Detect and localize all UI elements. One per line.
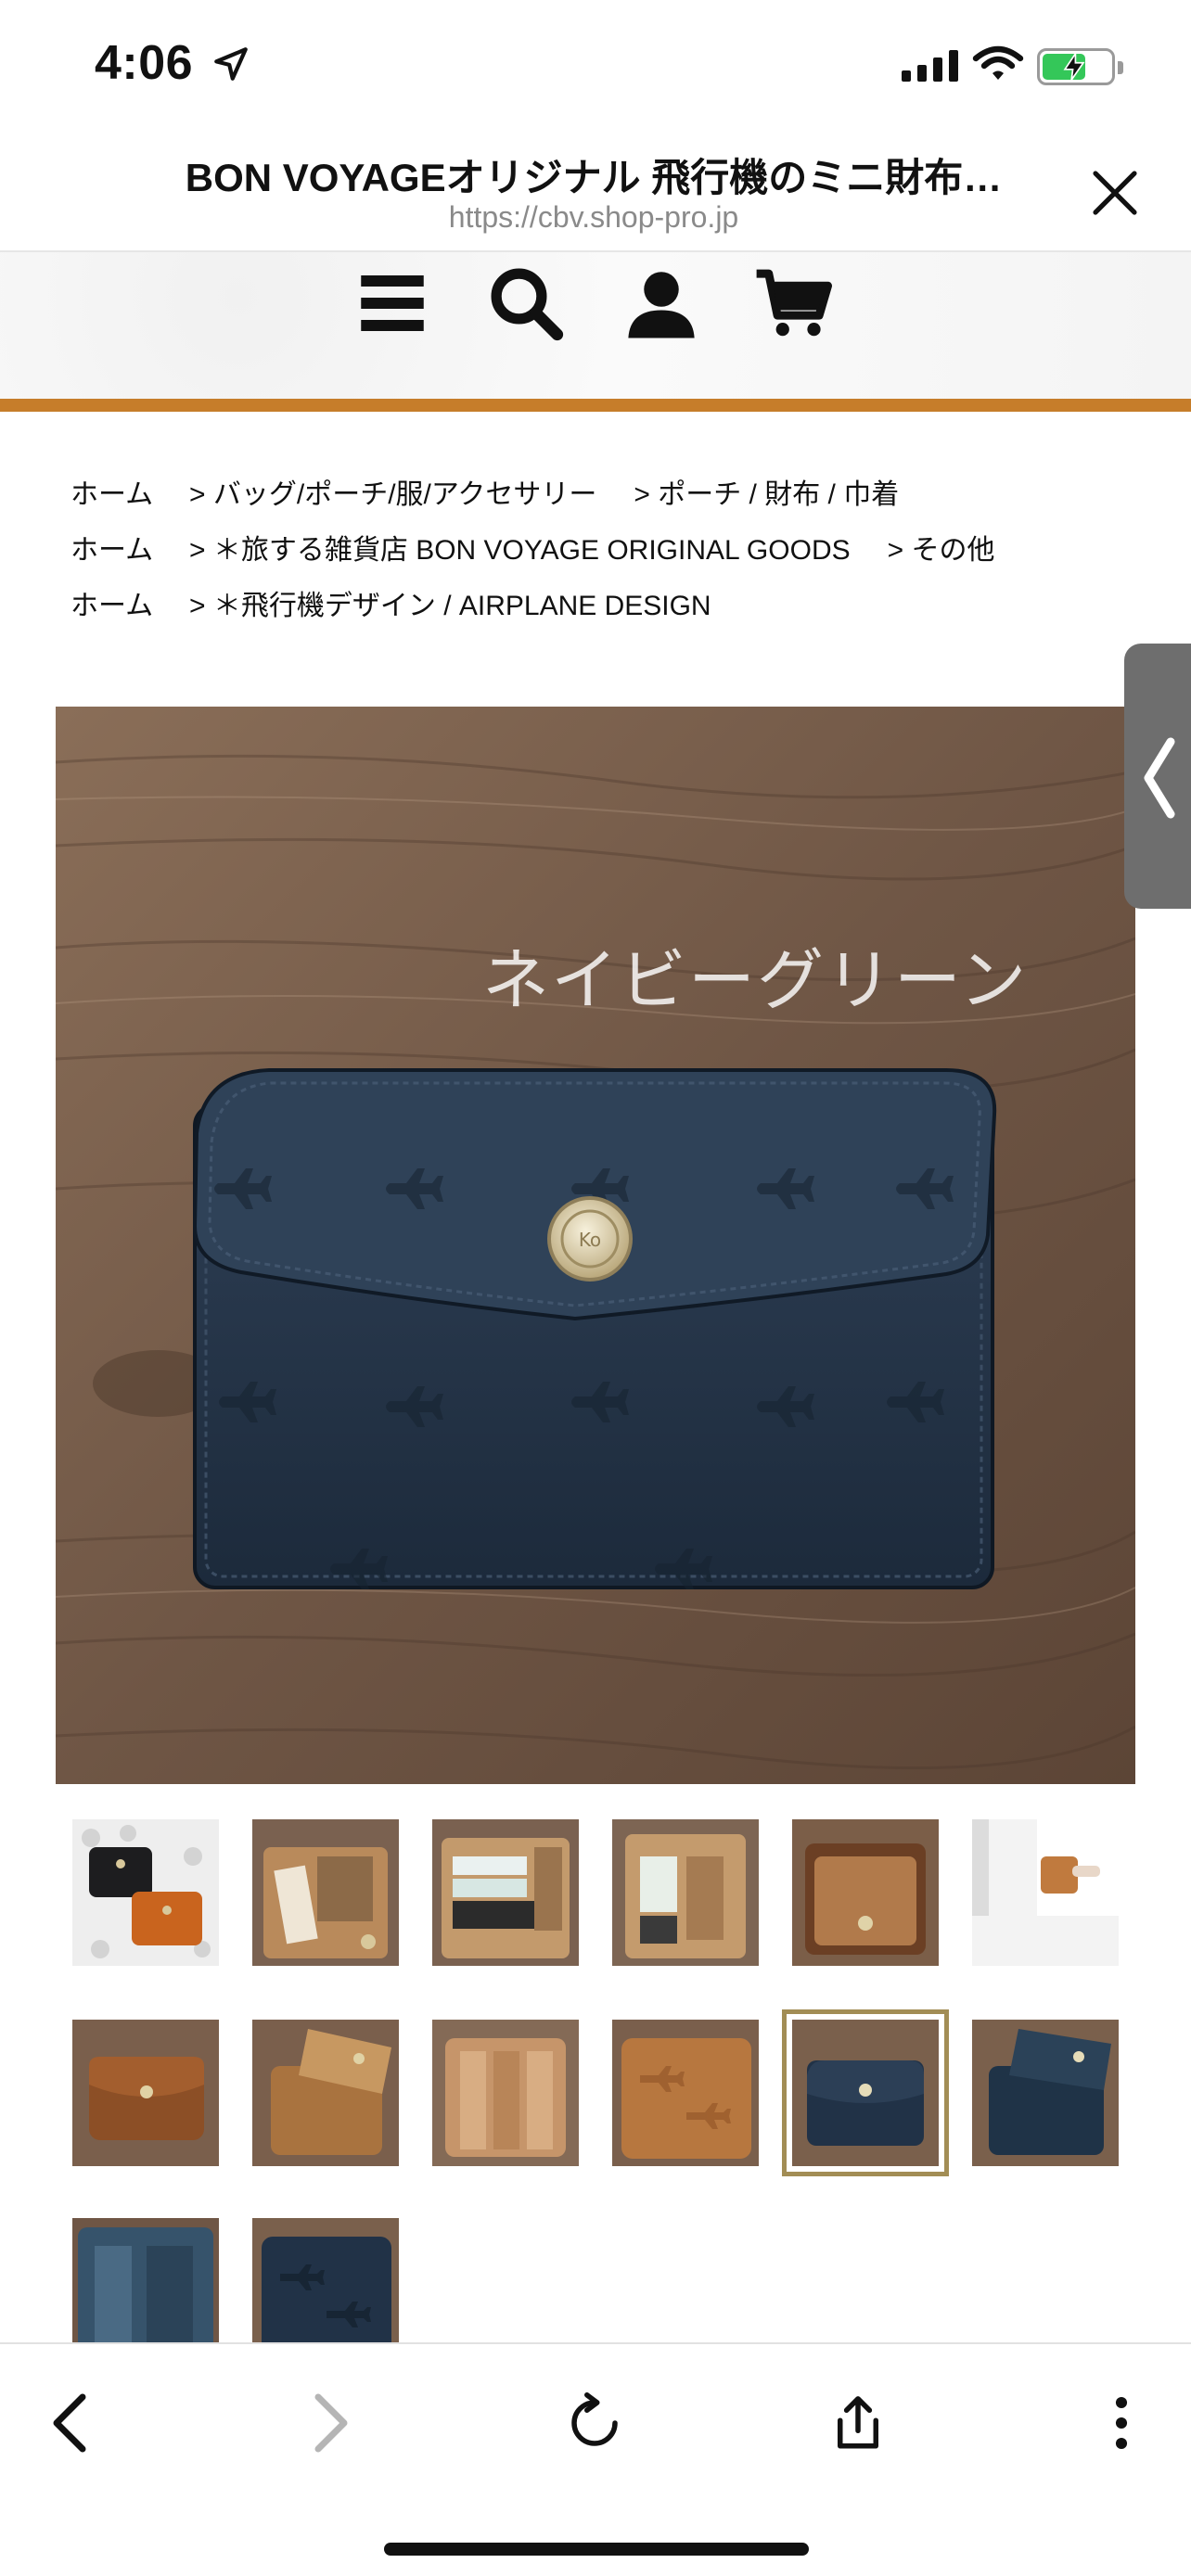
cart-icon[interactable] [751, 261, 835, 345]
breadcrumb-home-link[interactable]: ホーム [70, 582, 189, 623]
reload-button[interactable] [553, 2381, 636, 2465]
product-thumbnail-selected[interactable] [782, 2009, 949, 2176]
main-image-caption: ネイビーグリーン [482, 941, 1029, 1019]
browser-toolbar [0, 2342, 1191, 2576]
back-button[interactable] [28, 2381, 111, 2465]
product-thumbnail[interactable] [72, 2020, 219, 2166]
breadcrumb-link[interactable]: > その他 [888, 527, 995, 567]
more-button[interactable] [1080, 2381, 1163, 2465]
location-arrow-icon [214, 47, 248, 81]
product-thumbnail[interactable] [612, 1819, 759, 1966]
wallet-photo: Ko [56, 707, 1135, 1784]
menu-icon[interactable] [351, 261, 434, 345]
share-button[interactable] [816, 2381, 900, 2465]
breadcrumb-link[interactable]: > ポーチ / 財布 / 巾着 [634, 471, 899, 512]
breadcrumb-home-link[interactable]: ホーム [70, 527, 189, 567]
signal-icon [902, 48, 958, 82]
breadcrumb-home-link[interactable]: ホーム [70, 471, 189, 512]
close-icon[interactable] [1089, 167, 1141, 219]
breadcrumb-row: ホーム > バッグ/ポーチ/服/アクセサリー > ポーチ / 財布 / 巾着 [70, 464, 1137, 519]
account-icon[interactable] [620, 261, 703, 345]
product-main-image[interactable]: Ko ネイビーグリーン [56, 707, 1135, 1784]
product-thumbnail[interactable] [252, 1819, 399, 1966]
product-thumbnail[interactable] [72, 1819, 219, 1966]
home-indicator[interactable] [384, 2543, 809, 2556]
search-icon[interactable] [484, 261, 568, 345]
product-thumbnail[interactable] [432, 1819, 579, 1966]
page-title: BON VOYAGEオリジナル 飛行機のミニ財布… [185, 156, 1003, 199]
breadcrumb-link[interactable]: > ＊旅する雑貨店 BON VOYAGE ORIGINAL GOODS [189, 527, 851, 567]
product-thumbnail[interactable] [972, 1819, 1119, 1966]
breadcrumb: ホーム > バッグ/ポーチ/服/アクセサリー > ポーチ / 財布 / 巾着 ホ… [70, 464, 1137, 631]
breadcrumb-link[interactable]: > ＊飛行機デザイン / AIRPLANE DESIGN [189, 582, 711, 623]
breadcrumb-row: ホーム > ＊旅する雑貨店 BON VOYAGE ORIGINAL GOODS … [70, 519, 1137, 575]
product-thumbnail[interactable] [612, 2020, 759, 2166]
browser-title-bar: BON VOYAGEオリジナル 飛行機のミニ財布… https://cbv.sh… [0, 130, 1191, 252]
side-drawer-tab[interactable] [1124, 644, 1191, 909]
product-thumbnail[interactable] [432, 2020, 579, 2166]
breadcrumb-row: ホーム > ＊飛行機デザイン / AIRPLANE DESIGN [70, 575, 1137, 631]
forward-icon [314, 2393, 348, 2453]
site-header [0, 252, 1191, 412]
product-thumbnail[interactable] [252, 2020, 399, 2166]
chevron-left-icon [1144, 737, 1175, 819]
svg-text:Ko: Ko [579, 1229, 601, 1251]
product-thumbnail[interactable] [972, 2020, 1119, 2166]
page-url[interactable]: https://cbv.shop-pro.jp [176, 200, 1011, 235]
wifi-icon [972, 45, 1024, 80]
breadcrumb-link[interactable]: > バッグ/ポーチ/服/アクセサリー [189, 471, 596, 512]
header-accent-bar [0, 399, 1191, 412]
status-time: 4:06 [95, 36, 194, 90]
battery-charging-icon [1037, 48, 1123, 85]
share-icon [838, 2396, 878, 2449]
more-icon [1115, 2396, 1128, 2450]
back-icon [53, 2393, 86, 2453]
reload-icon [571, 2392, 618, 2446]
status-bar: 4:06 [0, 0, 1191, 130]
product-thumbnail[interactable] [792, 1819, 939, 1966]
forward-button[interactable] [289, 2381, 373, 2465]
